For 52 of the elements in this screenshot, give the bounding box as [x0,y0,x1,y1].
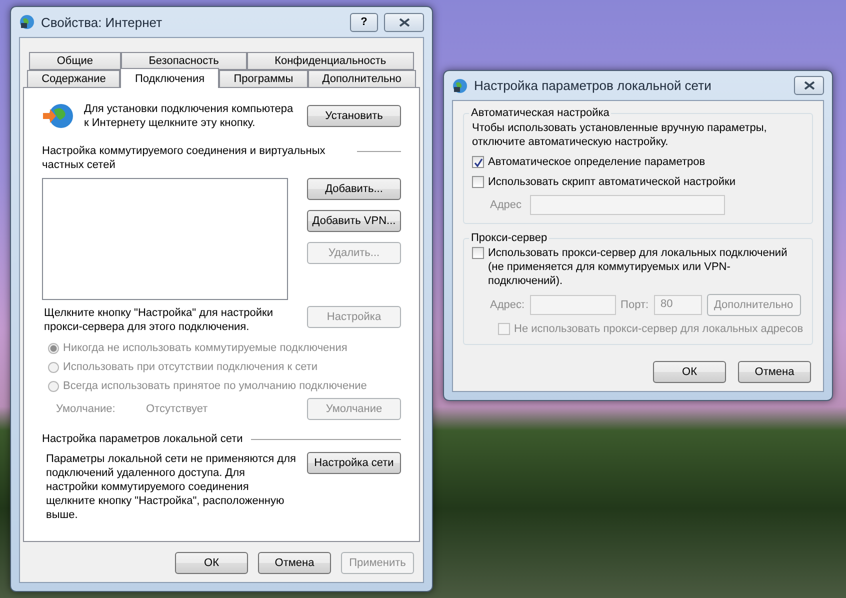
close-button[interactable] [384,12,424,32]
group-title: Автоматическая настройка [470,107,610,119]
tab[interactable]: Безопасность [120,52,247,70]
close-icon [398,18,410,26]
radio-label: Использовать при отсутствии подключения к сети [63,361,318,373]
checkbox-label: Использовать скрипт автоматической настройки [488,175,736,189]
tab[interactable]: Программы [219,70,308,88]
section-heading: Настройка коммутируемого соединения и виртуальных частных сетей [42,144,326,172]
connections-list[interactable] [42,178,288,300]
help-button[interactable]: ? [350,12,378,32]
checkbox[interactable] [472,176,484,188]
checkbox-label: Автоматическое определение параметров [488,155,706,169]
checkbox-label: Использовать прокси-сервер для локальных подключений (не применяется для коммутируемых или VPN-подключений). [488,246,788,288]
window-title: Настройка параметров локальной сети [474,78,712,93]
dialog-button[interactable]: ОК [175,552,248,574]
globe-icon [452,78,468,94]
proxy-address-field[interactable] [530,295,616,315]
lan-settings-button[interactable]: Настройка сети [307,452,401,474]
auto-description: Чтобы использовать установленные вручную параметры, отключите автоматическую настройку. [472,121,768,149]
port-label: Порт: [620,298,649,312]
proxy-description: Щелкните кнопку "Настройка" для настройки прокси-сервера для этого подключения. [43,306,274,334]
default-label: Умолчание: [55,402,116,416]
tab[interactable]: Содержание [27,70,120,88]
checkbox[interactable] [472,247,484,259]
default-value: Отсутствует [146,402,209,416]
checkmark-icon [474,158,482,166]
tab[interactable]: Подключения [120,68,220,88]
globe-icon [19,14,35,30]
dialog-button[interactable]: Добавить... [307,178,401,200]
checkbox[interactable] [472,156,484,168]
dialog-button[interactable]: Добавить VPN... [307,210,401,232]
tab[interactable]: Общие [29,52,121,70]
tab[interactable]: Дополнительно [308,70,416,88]
setup-button[interactable]: Установить [307,105,401,127]
dialog-button[interactable]: Отмена [258,552,331,574]
window-title: Свойства: Интернет [41,14,164,30]
checkbox-label: Не использовать прокси-сервер для локальных адресов [514,322,804,336]
dialog-button[interactable]: Отмена [738,361,811,383]
tab[interactable]: Конфиденциальность [246,52,414,70]
close-icon [804,81,814,90]
group-title: Прокси-сервер [470,232,548,244]
address-label: Адрес [490,198,522,212]
setup-description: Для установки подключения компьютера к Интернету щелкните эту кнопку. [84,102,294,130]
address-field[interactable] [530,195,724,215]
address-label: Адрес: [490,298,525,312]
radio-label: Всегда использовать принятое по умолчанию подключение [63,380,367,392]
globe-arrow-icon [42,102,74,130]
close-button[interactable] [794,76,824,95]
radio-label: Никогда не использовать коммутируемые подключения [63,342,348,354]
dialog-button[interactable]: ОК [653,361,726,383]
lan-description: Параметры локальной сети не применяются для подключений удаленного доступа. Для настройки коммутируемого соединения щелкните кнопку "Настройка", расположенную выше. [45,452,297,522]
section-heading: Настройка параметров локальной сети [42,432,243,446]
